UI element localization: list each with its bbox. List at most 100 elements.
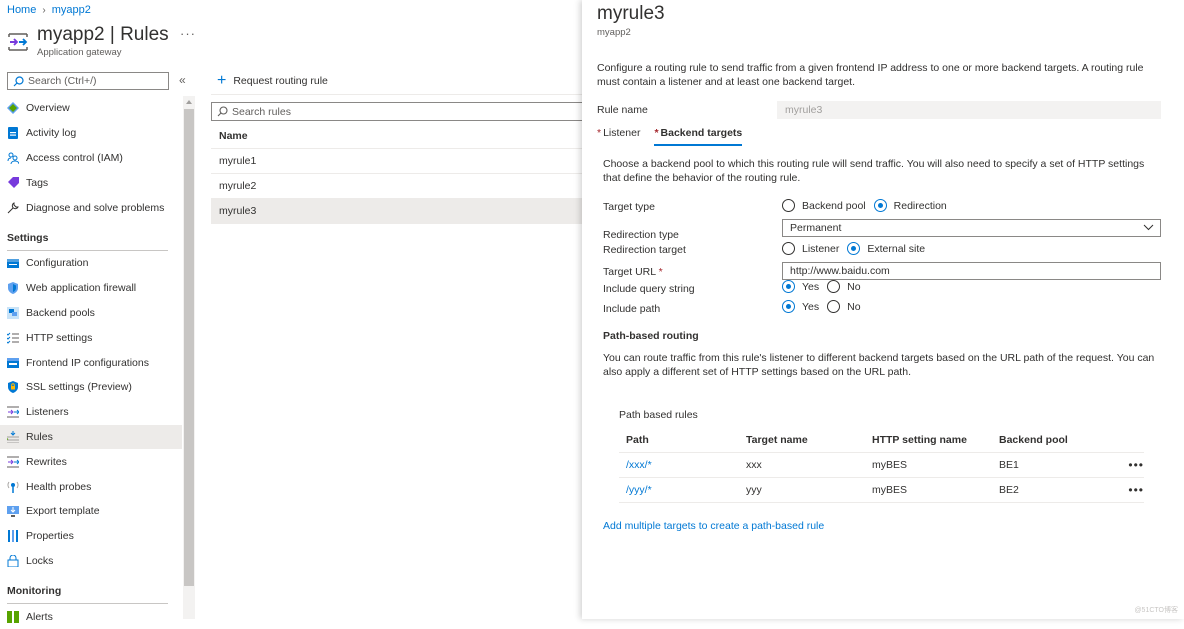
radio-query-yes[interactable]: Yes <box>782 280 819 293</box>
column-header-name[interactable]: Name <box>211 124 583 149</box>
path-based-routing-heading: Path-based routing <box>603 330 699 342</box>
breadcrumb-app[interactable]: myapp2 <box>52 4 91 16</box>
table-row[interactable]: myrule2 <box>211 174 583 199</box>
wrench-icon <box>7 201 19 214</box>
listeners-icon <box>7 406 20 418</box>
alerts-icon <box>7 610 19 623</box>
rules-blade: Home › myapp2 myapp2 | Rules Application… <box>0 0 583 623</box>
search-icon <box>217 106 228 117</box>
sidebar-item-frontend-ip[interactable]: Frontend IP configurations <box>0 350 182 375</box>
lock-icon <box>7 554 19 568</box>
rule-detail-panel: myrule3 myapp2 Configure a routing rule … <box>582 0 1184 619</box>
redirection-target-label: Redirection target <box>603 244 686 256</box>
iam-icon <box>7 152 20 165</box>
backend-pool-name: BE2 <box>999 484 1019 496</box>
radio-path-no[interactable]: No <box>827 300 861 313</box>
path-based-rules-title: Path based rules <box>619 409 698 421</box>
radio-external-site[interactable]: External site <box>847 242 925 255</box>
sidebar-item-health-probes[interactable]: Health probes <box>0 474 182 499</box>
properties-icon <box>7 530 19 543</box>
sidebar-item-waf[interactable]: Web application firewall <box>0 276 182 301</box>
scroll-thumb[interactable] <box>184 109 194 586</box>
search-rules-placeholder: Search rules <box>232 105 291 118</box>
add-routing-rule-button[interactable]: Request routing rule <box>233 75 328 87</box>
panel-title: myrule3 <box>597 3 665 24</box>
page-title: myapp2 | Rules <box>37 24 169 45</box>
tab-listener[interactable]: * Listener <box>597 127 640 144</box>
path-based-routing-description: You can route traffic from this rule's l… <box>603 352 1155 378</box>
configuration-icon <box>7 257 19 269</box>
sidebar-item-rules[interactable]: Rules <box>0 424 182 450</box>
sidebar-item-diagnose[interactable]: Diagnose and solve problems <box>0 195 182 220</box>
breadcrumb: Home › myapp2 <box>7 4 91 16</box>
scroll-up-arrow-icon[interactable] <box>186 100 192 104</box>
table-row[interactable]: myrule1 <box>211 149 583 174</box>
table-row: /yyy/* yyy myBES BE2 ••• <box>619 478 1144 503</box>
sidebar-search-input[interactable]: Search (Ctrl+/) <box>7 72 169 90</box>
sidebar-item-properties[interactable]: Properties <box>0 524 182 549</box>
radio-query-no[interactable]: No <box>827 280 861 293</box>
path-link[interactable]: /xxx/* <box>619 459 746 471</box>
search-rules-input[interactable]: Search rules <box>211 102 583 121</box>
radio-listener[interactable]: Listener <box>782 242 839 255</box>
shield-icon <box>7 282 19 295</box>
table-row: /xxx/* xxx myBES BE1 ••• <box>619 453 1144 478</box>
more-options-button[interactable]: ··· <box>180 26 196 41</box>
http-settings-icon <box>6 332 19 344</box>
table-row-selected[interactable]: myrule3 <box>211 199 583 224</box>
http-setting-name: myBES <box>872 484 908 496</box>
sidebar-item-ssl-settings[interactable]: SSL settings (Preview) <box>0 375 182 400</box>
radio-path-yes[interactable]: Yes <box>782 300 819 313</box>
sidebar-item-overview[interactable]: Overview <box>0 96 182 121</box>
add-multiple-targets-link[interactable]: Add multiple targets to create a path-ba… <box>603 520 824 532</box>
target-type-label: Target type <box>603 201 655 213</box>
ssl-shield-icon <box>7 381 19 394</box>
panel-description: Configure a routing rule to send traffic… <box>597 62 1144 88</box>
target-url-label: Target URL * <box>603 266 663 278</box>
sidebar-item-iam[interactable]: Access control (IAM) <box>0 146 182 171</box>
backend-pool-name: BE1 <box>999 459 1019 471</box>
target-type-radio-group: Backend pool Redirection <box>782 199 955 212</box>
sidebar-item-locks[interactable]: Locks <box>0 549 182 574</box>
rules-table: Name myrule1 myrule2 myrule3 <box>211 124 583 224</box>
collapse-sidebar-button[interactable]: « <box>179 73 186 87</box>
column-header-target-name: Target name <box>746 434 808 446</box>
activity-log-icon <box>7 127 19 140</box>
monitoring-section-header: Monitoring <box>7 585 62 598</box>
search-icon <box>13 75 24 86</box>
sidebar-item-http-settings[interactable]: HTTP settings <box>0 325 182 350</box>
sidebar-item-backend-pools[interactable]: Backend pools <box>0 301 182 326</box>
overview-icon <box>7 102 19 115</box>
sidebar-item-export-template[interactable]: Export template <box>0 499 182 524</box>
radio-redirection[interactable]: Redirection <box>873 199 947 212</box>
tag-icon <box>7 176 19 189</box>
target-url-input[interactable]: http://www.baidu.com <box>782 262 1161 280</box>
sidebar-item-listeners[interactable]: Listeners <box>0 400 182 425</box>
row-more-options-button[interactable]: ••• <box>1109 458 1144 472</box>
sidebar-scrollbar[interactable] <box>183 96 195 619</box>
sidebar-nav: Overview Activity log Access control (IA… <box>0 96 182 629</box>
chevron-right-icon: › <box>42 4 46 16</box>
rewrites-icon <box>7 456 20 468</box>
rule-tabs: * Listener * Backend targets <box>597 127 742 146</box>
sidebar-item-activity-log[interactable]: Activity log <box>0 121 182 146</box>
redirection-type-label: Redirection type <box>603 229 679 241</box>
redirection-type-dropdown[interactable]: Permanent <box>782 219 1161 237</box>
sidebar-item-tags[interactable]: Tags <box>0 170 182 195</box>
include-path-radio-group: Yes No <box>782 300 869 313</box>
sidebar-item-configuration[interactable]: Configuration <box>0 251 182 276</box>
rules-toolbar: + Request routing rule <box>211 68 583 95</box>
breadcrumb-home[interactable]: Home <box>7 4 36 16</box>
target-name: xxx <box>746 459 762 471</box>
rule-name-label: Rule name <box>597 104 648 116</box>
sidebar-item-rewrites[interactable]: Rewrites <box>0 449 182 474</box>
radio-backend-pool[interactable]: Backend pool <box>782 199 866 212</box>
tab-backend-targets[interactable]: * Backend targets <box>654 127 742 146</box>
row-more-options-button[interactable]: ••• <box>1109 483 1144 497</box>
path-link[interactable]: /yyy/* <box>619 484 746 496</box>
column-header-path: Path <box>626 434 649 446</box>
sidebar-item-alerts[interactable]: Alerts <box>0 604 182 629</box>
include-query-string-label: Include query string <box>603 283 695 295</box>
target-name: yyy <box>746 484 762 496</box>
path-rules-table: Path Target name HTTP setting name Backe… <box>619 428 1144 503</box>
